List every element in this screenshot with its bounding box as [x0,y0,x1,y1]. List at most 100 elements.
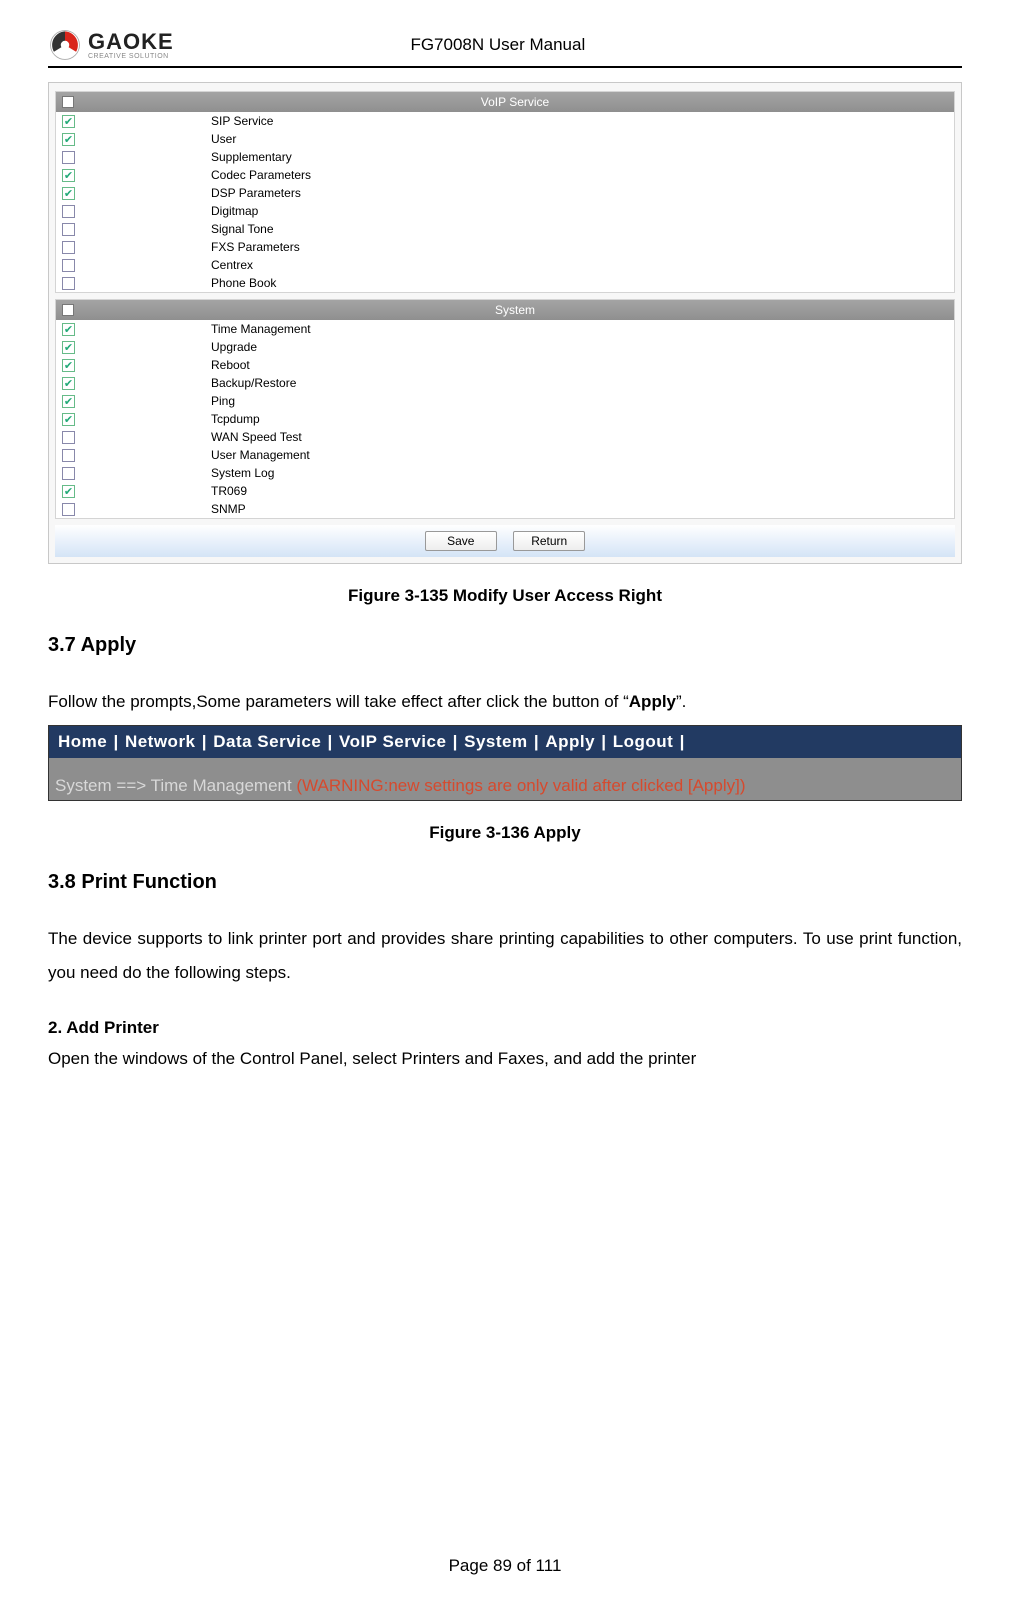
group-voip-service: VoIP Service SIP Service User Supplementar… [55,91,955,293]
row-label: Backup/Restore [211,376,296,390]
row-label: Codec Parameters [211,168,311,182]
row-label: FXS Parameters [211,240,300,254]
row-label: User [211,132,236,146]
apply-screenshot: Home | Network | Data Service | VoIP Ser… [48,725,962,801]
checkbox[interactable] [62,413,75,426]
row-label: DSP Parameters [211,186,301,200]
system-row: SNMP [56,500,954,518]
voip-row: User [56,130,954,148]
logo-subtext: CREATIVE SOLUTION [88,53,174,60]
group-voip-header: VoIP Service [56,92,954,112]
document-title: FG7008N User Manual [174,35,822,55]
group-system-header: System [56,300,954,320]
checkbox[interactable] [62,187,75,200]
page-header: GAOKE CREATIVE SOLUTION FG7008N User Man… [48,28,962,62]
figure-caption-136: Figure 3-136 Apply [48,823,962,843]
menu-separator: | [596,732,612,751]
checkbox[interactable] [62,323,75,336]
menu-item-home[interactable]: Home [57,732,108,751]
row-label: Reboot [211,358,250,372]
system-row: Ping [56,392,954,410]
voip-row: Signal Tone [56,220,954,238]
voip-row: Digitmap [56,202,954,220]
row-label: System Log [211,466,274,480]
group-system: System Time Management Upgrade Reboot Backu… [55,299,955,519]
checkbox[interactable] [62,277,75,290]
return-button[interactable]: Return [513,531,585,551]
row-label: Centrex [211,258,253,272]
row-label: Tcpdump [211,412,260,426]
panel-footer: Save Return [55,525,955,557]
system-row: WAN Speed Test [56,428,954,446]
apply-text-post: ”. [676,692,686,711]
row-label: SNMP [211,502,246,516]
voip-row: Centrex [56,256,954,274]
save-button[interactable]: Save [425,531,497,551]
checkbox[interactable] [62,133,75,146]
checkbox[interactable] [62,115,75,128]
group-system-body: Time Management Upgrade Reboot Backup/Resto… [56,320,954,518]
checkbox[interactable] [62,431,75,444]
voip-row: Supplementary [56,148,954,166]
system-row: Backup/Restore [56,374,954,392]
breadcrumb-text: System ==> Time Management [55,776,296,795]
checkbox[interactable] [62,395,75,408]
checkbox[interactable] [62,151,75,164]
section-3-7-text: Follow the prompts,Some parameters will … [48,685,962,719]
menu-spacer [49,758,961,772]
menu-separator: | [447,732,463,751]
section-3-8-text: The device supports to link printer port… [48,922,962,990]
row-label: Ping [211,394,235,408]
row-label: TR069 [211,484,247,498]
checkbox[interactable] [62,205,75,218]
voip-row: Codec Parameters [56,166,954,184]
menu-item-network[interactable]: Network [124,732,197,751]
system-row: Reboot [56,356,954,374]
group-system-checkbox[interactable] [62,304,74,316]
menu-item-voip-service[interactable]: VoIP Service [338,732,447,751]
row-label: Upgrade [211,340,257,354]
checkbox[interactable] [62,503,75,516]
menu-item-apply[interactable]: Apply [544,732,596,751]
menu-separator: | [529,732,545,751]
menu-item-system[interactable]: System [463,732,528,751]
checkbox[interactable] [62,169,75,182]
menu-separator: | [197,732,213,751]
header-divider [48,66,962,68]
section-3-8-heading: 3.8 Print Function [48,871,962,894]
apply-text-pre: Follow the prompts,Some parameters will … [48,692,629,711]
system-row: Tcpdump [56,410,954,428]
system-row: TR069 [56,482,954,500]
checkbox[interactable] [62,241,75,254]
voip-row: Phone Book [56,274,954,292]
row-label: WAN Speed Test [211,430,302,444]
checkbox[interactable] [62,359,75,372]
checkbox[interactable] [62,377,75,390]
warning-text: (WARNING:new settings are only valid aft… [296,776,745,795]
voip-row: DSP Parameters [56,184,954,202]
voip-row: SIP Service [56,112,954,130]
menu-separator: | [108,732,124,751]
section-3-7-heading: 3.7 Apply [48,634,962,657]
system-row: Upgrade [56,338,954,356]
checkbox[interactable] [62,485,75,498]
group-system-title: System [82,303,948,317]
row-label: User Management [211,448,310,462]
apply-bold: Apply [629,692,676,711]
row-label: Signal Tone [211,222,274,236]
group-voip-checkbox[interactable] [62,96,74,108]
checkbox[interactable] [62,449,75,462]
breadcrumb-bar: System ==> Time Management (WARNING:new … [49,772,961,800]
checkbox[interactable] [62,223,75,236]
checkbox[interactable] [62,259,75,272]
menu-item-data-service[interactable]: Data Service [212,732,322,751]
menu-item-logout[interactable]: Logout [612,732,675,751]
row-label: Digitmap [211,204,258,218]
logo-icon [48,28,82,62]
checkbox[interactable] [62,467,75,480]
top-menu-bar: Home | Network | Data Service | VoIP Ser… [49,726,961,758]
checkbox[interactable] [62,341,75,354]
row-label: Supplementary [211,150,292,164]
system-row: Time Management [56,320,954,338]
step-add-printer-text: Open the windows of the Control Panel, s… [48,1042,962,1076]
